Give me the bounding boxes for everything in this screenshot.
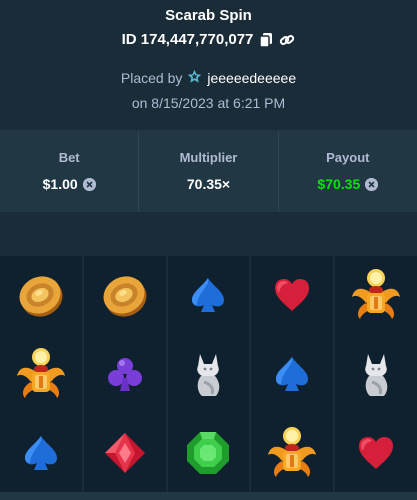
multiplier-stat: Multiplier 70.35×: [138, 130, 277, 212]
bet-details-header: Scarab Spin ID 174,447,770,077 Placed by…: [0, 0, 417, 130]
separator-band: [0, 212, 417, 256]
placed-by-row: Placed by jeeeeedeeeee: [0, 69, 417, 87]
payout-stat: Payout $70.35: [277, 130, 417, 212]
heart-symbol-icon: [348, 425, 404, 481]
cat-symbol-icon: [180, 346, 236, 402]
reel-4: [249, 256, 333, 492]
emerald-symbol-icon: [180, 425, 236, 481]
diamond-symbol-icon: [97, 425, 153, 481]
heart-symbol-icon: [264, 267, 320, 323]
currency-icon: [82, 177, 96, 191]
slot-reels: [0, 256, 417, 492]
spade-symbol-icon: [180, 267, 236, 323]
currency-icon: [365, 177, 379, 191]
bet-stats-panel: Bet $1.00 Multiplier 70.35× Payout $70.3…: [0, 130, 417, 212]
payout-value: $70.35: [317, 176, 361, 192]
coin-symbol-icon: [97, 267, 153, 323]
bet-value-row: $1.00: [43, 176, 96, 192]
bet-stat: Bet $1.00: [0, 130, 138, 212]
reel-3: [165, 256, 250, 492]
reel-5: [333, 256, 417, 492]
bet-label: Bet: [58, 150, 80, 165]
bet-value: $1.00: [42, 176, 78, 192]
placed-by-label: Placed by: [120, 70, 183, 86]
bet-id-row: ID 174,447,770,077: [0, 31, 417, 48]
reel-1: [0, 256, 82, 492]
copy-icon[interactable]: [258, 32, 274, 48]
payout-label: Payout: [326, 150, 370, 165]
multiplier-label: Multiplier: [179, 150, 238, 165]
spade-symbol-icon: [264, 346, 320, 402]
payout-value-row: $70.35: [317, 176, 379, 192]
bet-id: ID 174,447,770,077: [121, 31, 254, 48]
placed-date: on 8/15/2023 at 6:21 PM: [131, 95, 286, 111]
vip-star-icon: [187, 69, 202, 87]
multiplier-value-row: 70.35×: [187, 176, 230, 192]
game-title[interactable]: Scarab Spin: [0, 7, 417, 24]
scarab-symbol-icon: [264, 425, 320, 481]
footer-band: [0, 492, 417, 500]
club-symbol-icon: [97, 346, 153, 402]
scarab-symbol-icon: [348, 267, 404, 323]
scarab-symbol-icon: [13, 346, 69, 402]
spade-symbol-icon: [13, 425, 69, 481]
cat-symbol-icon: [348, 346, 404, 402]
coin-symbol-icon: [13, 267, 69, 323]
multiplier-value: 70.35×: [186, 176, 231, 192]
reel-2: [81, 256, 166, 492]
username[interactable]: jeeeeedeeeee: [207, 70, 296, 86]
link-icon[interactable]: [279, 32, 295, 48]
